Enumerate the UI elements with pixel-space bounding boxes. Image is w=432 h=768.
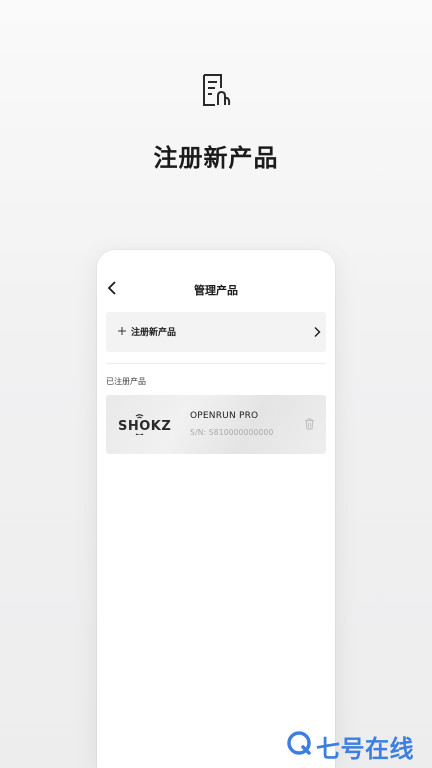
q-circle-icon	[287, 731, 311, 755]
trash-icon[interactable]	[304, 418, 315, 430]
watermark-text: 七号在线	[316, 735, 414, 763]
nav-bar: 管理产品	[97, 274, 335, 304]
plus-icon	[118, 327, 126, 335]
hero-title: 注册新产品	[153, 144, 279, 172]
register-new-product-button[interactable]: 注册新产品	[106, 312, 326, 352]
brand-text: SHOKZ	[118, 419, 171, 434]
chevron-right-icon	[314, 327, 321, 337]
phone-mockup: 管理产品 注册新产品 已注册产品 SHOKZ OPENRUN PRO S/N: …	[97, 250, 335, 768]
watermark: 七号在线	[286, 728, 432, 763]
page-title: 管理产品	[194, 284, 238, 297]
product-serial: S/N: S810000000000	[190, 428, 274, 437]
register-new-product-label: 注册新产品	[131, 328, 177, 338]
shokz-logo: SHOKZ	[118, 414, 171, 435]
product-name: OPENRUN PRO	[190, 411, 259, 421]
product-card[interactable]: SHOKZ OPENRUN PRO S/N: S810000000000	[106, 395, 326, 454]
register-document-icon	[203, 74, 231, 106]
registered-products-label: 已注册产品	[106, 377, 146, 386]
divider	[106, 363, 326, 364]
